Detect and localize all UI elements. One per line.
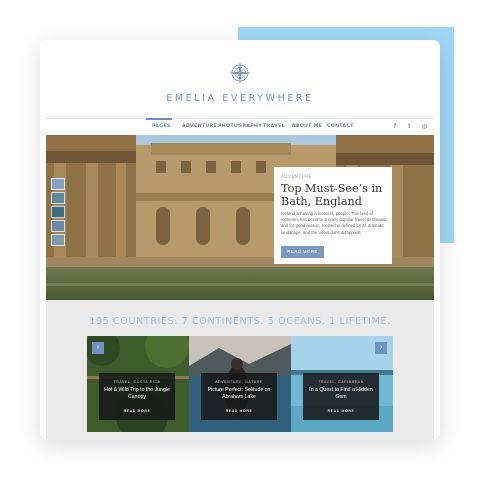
post-category[interactable]: TRAVEL, CARIBBEAN [303,380,379,384]
post-overlay: TRAVEL, CARIBBEAN In a Quest to Find a H… [303,373,379,420]
thumbnail[interactable] [51,206,65,218]
instagram-icon[interactable]: ◎ [422,123,427,130]
post-category[interactable]: ADVENTURE, NATURE [201,380,277,384]
post-title[interactable]: Picture Perfect: Solitude on Abraham Lak… [203,387,275,401]
tagline: 195 COUNTRIES. 7 CONTINENTS. 5 OCEANS. 1… [89,316,391,327]
nav-item-travel[interactable]: TRAVEL [263,124,285,129]
post-title[interactable]: Top Must-See’s in Bath, England [281,182,389,208]
post-title[interactable]: Hot & Wild Trip to the Jungle Canopy [101,387,173,401]
nav-item-adventure[interactable]: ADVENTURE [182,124,217,129]
read-more-button[interactable]: READ MORE [281,246,324,258]
read-more-link[interactable]: READ MORE [201,409,277,413]
compass-icon [228,61,252,85]
post-title[interactable]: In a Quest to Find a Hidden Gem [305,387,377,401]
nav-item-about-me[interactable]: ABOUT ME [292,124,322,129]
thumbnail[interactable] [51,192,65,204]
post-category[interactable]: ADVENTURE [281,174,312,179]
chevron-left-icon[interactable]: ‹ [92,342,104,354]
hero-thumbnail-list [51,178,65,248]
nav-item-contact[interactable]: CONTACT [327,124,354,129]
website-preview-card: EMELIA EVERYWHERE PAGES ADVENTURE PHOTOG… [40,40,440,440]
featured-post-panel: ADVENTURE Top Must-See’s in Bath, Englan… [274,167,392,264]
post-overlay: ADVENTURE, NATURE Picture Perfect: Solit… [201,373,277,420]
posts-section: 195 COUNTRIES. 7 CONTINENTS. 5 OCEANS. 1… [46,300,434,440]
site-title[interactable]: EMELIA EVERYWHERE [40,93,440,104]
thumbnail[interactable] [51,178,65,190]
post-card[interactable]: ADVENTURE, NATURE Picture Perfect: Solit… [189,336,291,432]
read-more-link[interactable]: READ MORE [99,409,175,413]
active-nav-indicator [146,118,172,120]
twitter-icon[interactable]: 𝕥 [408,123,411,130]
read-more-link[interactable]: READ MORE [303,409,379,413]
hero-slider[interactable]: ADVENTURE Top Must-See’s in Bath, Englan… [46,135,434,300]
nav-item-pages[interactable]: PAGES [152,124,171,129]
post-overlay: TRAVEL, COSTA RICA Hot & Wild Trip to th… [99,373,175,420]
post-excerpt: Iceland is having a moment, people. This… [281,211,389,235]
thumbnail[interactable] [51,220,65,232]
chevron-right-icon[interactable]: › [375,342,387,354]
logo[interactable] [40,60,440,86]
facebook-icon[interactable]: f [394,123,396,130]
nav-item-photography[interactable]: PHOTOGRAPHY [218,124,262,129]
post-category[interactable]: TRAVEL, COSTA RICA [99,380,175,384]
thumbnail[interactable] [51,234,65,246]
